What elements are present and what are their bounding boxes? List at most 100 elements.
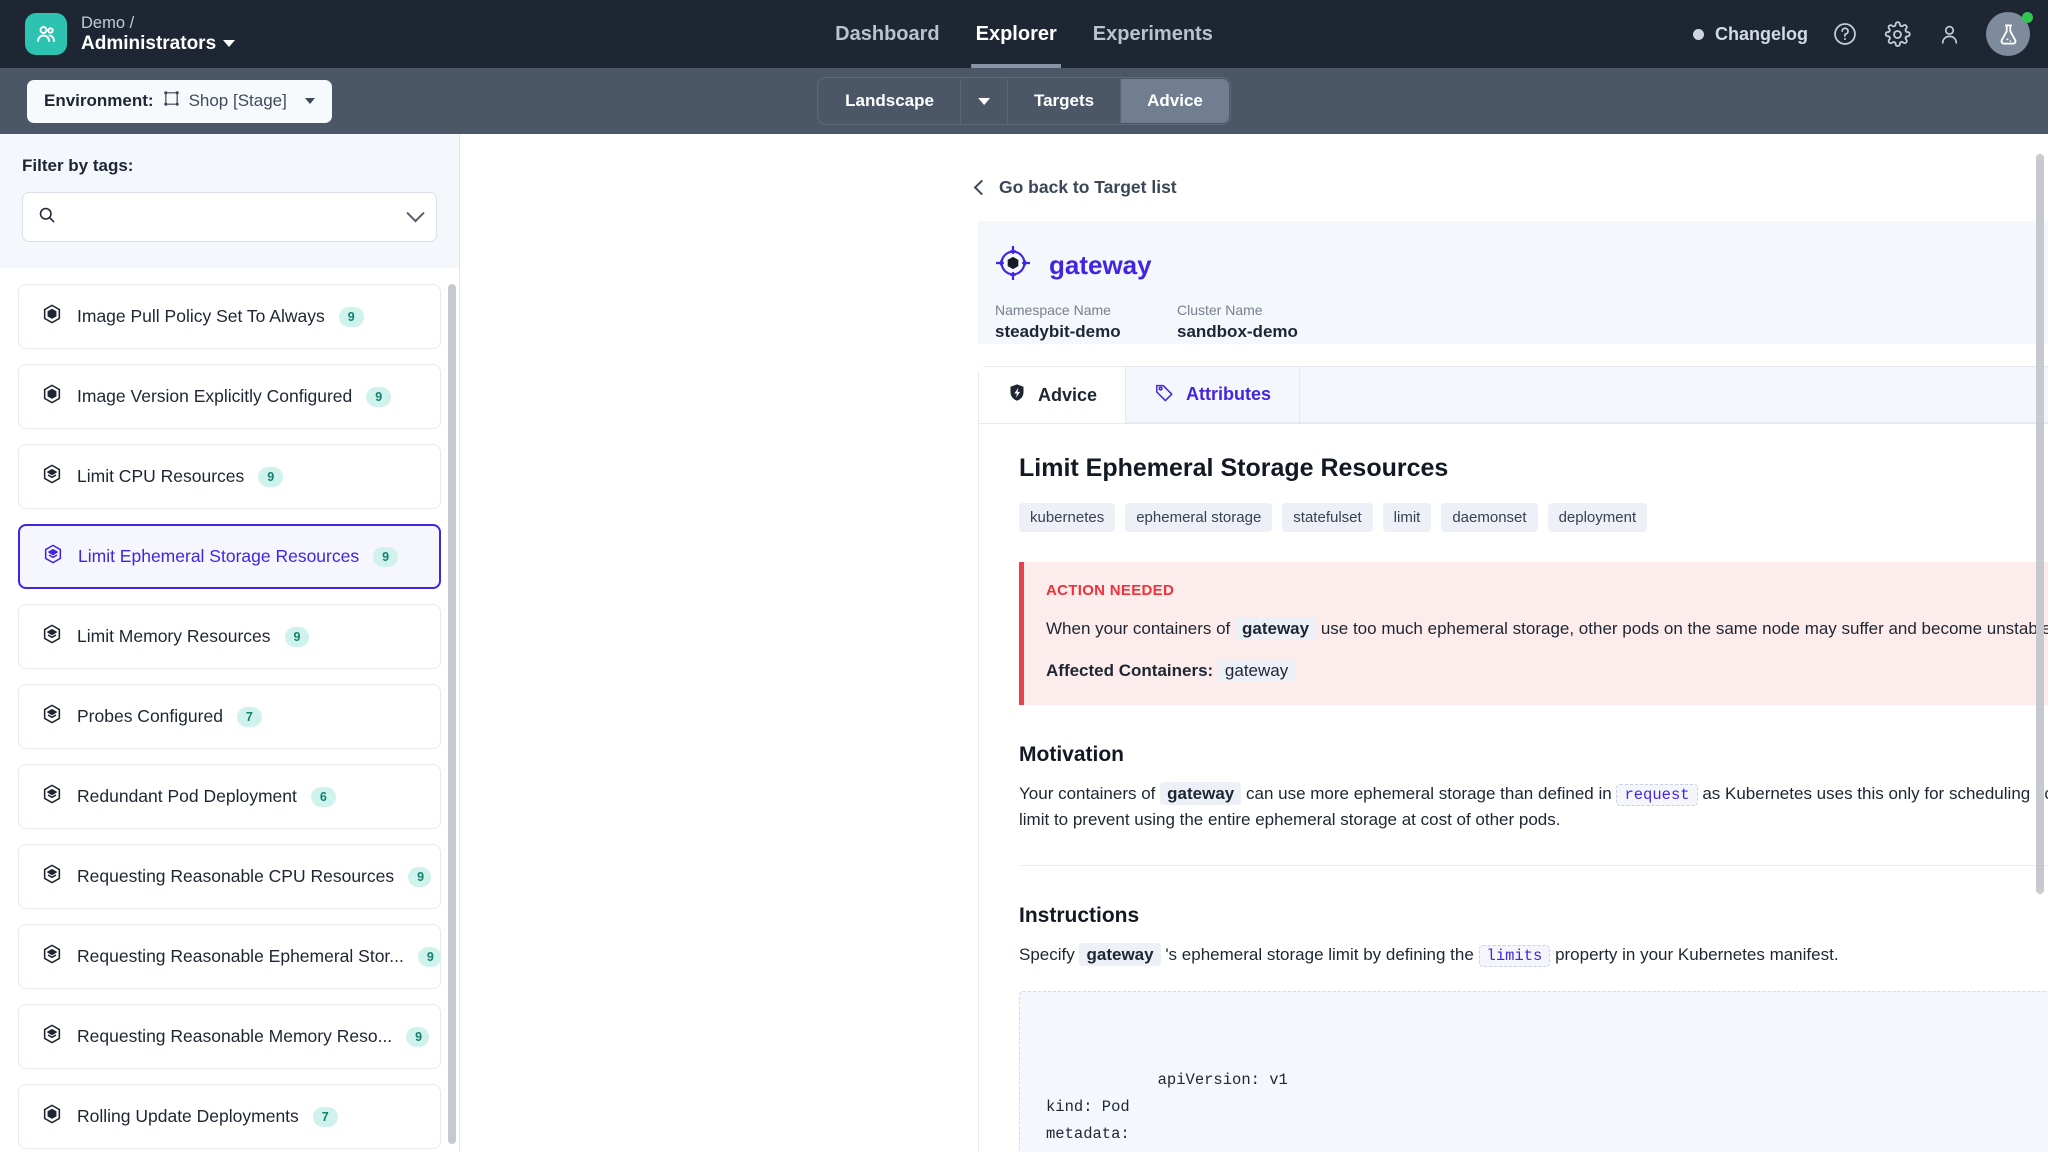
- main-nav: Dashboard Explorer Experiments: [831, 0, 1217, 68]
- environment-selector[interactable]: Environment: Shop [Stage]: [27, 79, 332, 123]
- detail-tabs: Advice Attributes: [979, 367, 2048, 424]
- hexagon-layers-icon: [41, 623, 63, 650]
- caret-down-icon: [977, 97, 990, 105]
- meta-value: sandbox-demo: [1177, 322, 1298, 341]
- advice-item-count: 9: [338, 306, 364, 327]
- advice-item-count: 7: [236, 706, 262, 727]
- motivation-body: Your containers of gateway can use more …: [1019, 781, 2048, 834]
- tag-search-box[interactable]: [22, 192, 437, 242]
- target-name: gateway: [1049, 250, 1152, 280]
- advice-item-count: 9: [417, 946, 441, 967]
- alert-message: When your containers of gateway use too …: [1046, 616, 2048, 642]
- team-label: Administrators: [81, 32, 217, 54]
- hexagon-layers-icon: [41, 1023, 63, 1050]
- nav-explorer[interactable]: Explorer: [972, 0, 1061, 68]
- tag-chip: daemonset: [1441, 503, 1538, 532]
- advice-item-requesting-memory[interactable]: Requesting Reasonable Memory Reso... 9: [18, 1004, 441, 1069]
- advice-item-rolling-update-deployments[interactable]: Rolling Update Deployments 7: [18, 1084, 441, 1149]
- hexagon-layers-icon: [41, 943, 63, 970]
- advice-item-count: 9: [406, 1026, 430, 1047]
- detail-card: Advice Attributes Limit Ephemeral Storag…: [978, 366, 2048, 1152]
- tab-attributes[interactable]: Attributes: [1125, 367, 1300, 423]
- segment-targets[interactable]: Targets: [1007, 79, 1122, 123]
- advice-item-label: Limit Ephemeral Storage Resources: [78, 546, 360, 566]
- advice-item-label: Requesting Reasonable Ephemeral Stor...: [77, 946, 404, 966]
- advice-item-count: 9: [284, 626, 310, 647]
- avatar[interactable]: [1986, 12, 2033, 56]
- org-label: Demo /: [81, 13, 135, 32]
- advice-content: Limit Ephemeral Storage Resources kubern…: [979, 424, 2048, 1152]
- hexagon-solid-icon: [41, 383, 63, 410]
- user-icon[interactable]: [1934, 19, 1964, 49]
- segment-landscape-dropdown[interactable]: [960, 79, 1008, 123]
- manifest-code-text: apiVersion: v1 kind: Pod metadata: spec:…: [1046, 1071, 1288, 1152]
- hexagon-solid-icon: [41, 303, 63, 330]
- section-divider: [1019, 865, 2048, 867]
- tag-chip: kubernetes: [1019, 503, 1116, 532]
- top-header: Demo / Administrators Dashboard Explorer…: [0, 0, 2048, 68]
- advice-title: Limit Ephemeral Storage Resources: [1019, 454, 1449, 482]
- advice-item-label: Image Version Explicitly Configured: [77, 386, 353, 406]
- go-back-link[interactable]: Go back to Target list: [460, 134, 2048, 198]
- advice-item-redundant-pod-deployment[interactable]: Redundant Pod Deployment 6: [18, 764, 441, 829]
- affected-containers: Affected Containers: gateway: [1046, 658, 2048, 682]
- segment-advice[interactable]: Advice: [1121, 79, 1229, 123]
- help-icon[interactable]: [1830, 19, 1860, 49]
- gear-icon[interactable]: [1882, 19, 1912, 49]
- chevron-left-icon: [973, 179, 990, 196]
- changelog-label: Changelog: [1715, 23, 1808, 44]
- advice-item-label: Limit Memory Resources: [77, 626, 271, 646]
- target-summary-card: gateway Namespace Name steadybit-demo Cl…: [978, 221, 2048, 344]
- advice-item-image-version[interactable]: Image Version Explicitly Configured 9: [18, 364, 441, 429]
- tag-icon: [1154, 382, 1175, 408]
- segment-landscape[interactable]: Landscape: [819, 79, 961, 123]
- instructions-section: Instructions Specify gateway 's ephemera…: [1019, 904, 2048, 1152]
- motivation-text-2: can use more ephemeral storage than defi…: [1245, 783, 1612, 803]
- advice-item-limit-ephemeral-storage[interactable]: Limit Ephemeral Storage Resources 9: [18, 524, 441, 589]
- alert-chip-container: gateway: [1235, 617, 1317, 640]
- advice-item-image-pull-policy[interactable]: Image Pull Policy Set To Always 9: [18, 284, 441, 349]
- main-scrollbar[interactable]: [2036, 154, 2044, 894]
- tag-chip: ephemeral storage: [1125, 503, 1273, 532]
- manifest-code-block: apiVersion: v1 kind: Pod metadata: spec:…: [1019, 990, 2048, 1152]
- meta-value: steadybit-demo: [995, 322, 1121, 341]
- advice-item-limit-cpu[interactable]: Limit CPU Resources 9: [18, 444, 441, 509]
- advice-item-label: Redundant Pod Deployment: [77, 786, 297, 806]
- motivation-code-request: request: [1616, 783, 1698, 806]
- shield-bolt-icon: [1007, 382, 1027, 408]
- sidebar-scrollbar[interactable]: [448, 284, 456, 1144]
- caret-down-icon: [304, 98, 315, 104]
- advice-item-label: Limit CPU Resources: [77, 466, 245, 486]
- filter-label: Filter by tags:: [22, 156, 134, 175]
- meta-label: Namespace Name: [995, 302, 1111, 318]
- logo-icon: [25, 13, 67, 55]
- tab-label: Attributes: [1186, 384, 1272, 404]
- instructions-text-2: 's ephemeral storage limit by defining t…: [1165, 945, 1474, 965]
- changelog-dot-icon: [1693, 28, 1704, 40]
- instructions-code-limits: limits: [1478, 945, 1551, 968]
- advice-tags: kubernetes ephemeral storage statefulset…: [1019, 503, 2048, 532]
- advice-item-requesting-ephemeral-storage[interactable]: Requesting Reasonable Ephemeral Stor... …: [18, 924, 441, 989]
- advice-item-label: Probes Configured: [77, 706, 223, 726]
- tab-advice[interactable]: Advice: [979, 367, 1126, 423]
- target-crosshair-icon: [993, 243, 1033, 288]
- nav-experiments[interactable]: Experiments: [1089, 0, 1217, 68]
- frame-icon: [163, 90, 180, 112]
- advice-item-limit-memory[interactable]: Limit Memory Resources 9: [18, 604, 441, 669]
- changelog-button[interactable]: Changelog: [1693, 24, 1808, 45]
- meta-namespace: Namespace Name steadybit-demo: [995, 302, 1177, 342]
- instructions-chip: gateway: [1079, 943, 1161, 967]
- advice-item-count: 6: [310, 786, 336, 807]
- filter-zone: Filter by tags:: [0, 134, 459, 268]
- advice-item-requesting-cpu[interactable]: Requesting Reasonable CPU Resources 9: [18, 844, 441, 909]
- instructions-body: Specify gateway 's ephemeral storage lim…: [1019, 942, 2048, 968]
- chevron-down-icon[interactable]: [406, 203, 425, 222]
- advice-item-probes-configured[interactable]: Probes Configured 7: [18, 684, 441, 749]
- hexagon-solid-icon: [41, 1103, 63, 1130]
- team-switcher[interactable]: Administrators: [81, 32, 236, 55]
- motivation-title: Motivation: [1019, 742, 1124, 766]
- header-actions: Changelog: [1693, 0, 2033, 68]
- nav-dashboard[interactable]: Dashboard: [831, 0, 943, 68]
- action-needed-alert: ACTION NEEDED When your containers of ga…: [1019, 562, 2048, 705]
- brand-block[interactable]: Demo / Administrators: [0, 13, 236, 55]
